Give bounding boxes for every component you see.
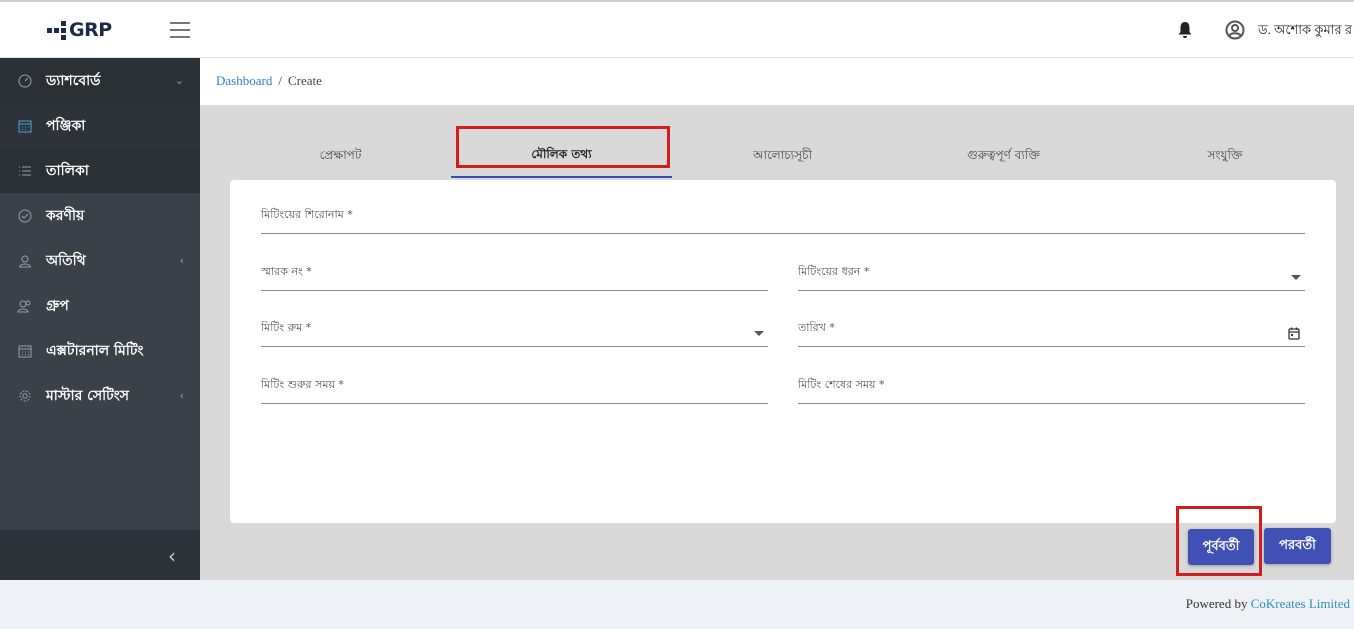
sidebar-item-todo[interactable]: করণীয় [0, 193, 200, 238]
user-icon [17, 253, 33, 269]
sidebar: ড্যাশবোর্ড ⌄ পঞ্জিকা তালিকা করণীয় অতিথি… [0, 58, 200, 580]
start-time-field[interactable]: মিটিং শুরুর সময় * [261, 374, 768, 404]
sidebar-item-label: তালিকা [46, 162, 89, 179]
sidebar-item-calendar[interactable]: পঞ্জিকা [0, 103, 200, 148]
page-footer: Powered by CoKreates Limited [0, 580, 1354, 629]
meeting-title-field[interactable]: মিটিংয়ের শিরোনাম * [261, 204, 1305, 234]
list-icon [17, 163, 33, 179]
sidebar-item-label: এক্সটারনাল মিটিং [46, 342, 144, 359]
sidebar-item-list[interactable]: তালিকা [0, 148, 200, 193]
date-label: তারিখ * [798, 321, 835, 334]
grp-logo[interactable]: GRP [47, 18, 112, 42]
memo-no-field[interactable]: স্মারক নং * [261, 261, 768, 291]
sidebar-item-label: মাস্টার সেটিংস [46, 387, 130, 404]
sidebar-item-label: গ্রুপ [46, 297, 69, 314]
sidebar-item-label: অতিথি [46, 252, 86, 269]
meeting-room-label: মিটিং রুম * [261, 321, 312, 334]
breadcrumb-separator: / [278, 73, 282, 88]
top-header: GRP ড. অশোক কুমার র [0, 2, 1354, 58]
powered-by-text: Powered by CoKreates Limited [1186, 596, 1350, 612]
menu-toggle-icon[interactable] [170, 22, 190, 38]
gear-icon [17, 388, 33, 404]
sidebar-item-group[interactable]: গ্রুপ [0, 283, 200, 328]
notification-bell-icon[interactable] [1177, 21, 1193, 39]
breadcrumb-bar: Dashboard / Create [200, 58, 1354, 105]
chevron-left-icon: ‹ [179, 254, 184, 267]
next-button[interactable]: পরবর্তী [1264, 528, 1331, 564]
sidebar-item-dashboard[interactable]: ড্যাশবোর্ড ⌄ [0, 58, 200, 103]
tab-important-persons[interactable]: গুরুত্বপূর্ণ ব্যক্তি [893, 135, 1114, 178]
sidebar-item-external-meeting[interactable]: এক্সটারনাল মিটিং [0, 328, 200, 373]
group-icon [17, 298, 33, 314]
dropdown-arrow-icon [754, 331, 764, 336]
meeting-title-label: মিটিংয়ের শিরোনাম * [261, 208, 353, 221]
dropdown-arrow-icon [1291, 275, 1301, 280]
date-field[interactable]: তারিখ * [798, 317, 1305, 347]
dashboard-gauge-icon [17, 73, 33, 89]
memo-no-label: স্মারক নং * [261, 265, 312, 278]
check-circle-icon [17, 208, 33, 224]
end-time-label: মিটিং শেষের সময় * [798, 378, 885, 391]
tab-attachments[interactable]: সংযুক্তি [1114, 135, 1336, 178]
breadcrumb-dashboard-link[interactable]: Dashboard [216, 73, 272, 88]
breadcrumb-current: Create [287, 73, 322, 88]
tab-agenda[interactable]: আলোচ্যসূচী [672, 135, 893, 178]
logo-mark-icon [47, 20, 66, 40]
meeting-room-select[interactable]: মিটিং রুম * [261, 317, 768, 347]
calendar-picker-icon[interactable] [1288, 327, 1300, 340]
calendar-grid-icon [17, 343, 33, 359]
sidebar-item-label: করণীয় [46, 207, 85, 224]
chevron-down-icon: ⌄ [174, 74, 184, 87]
logo-text: GRP [69, 19, 112, 41]
powered-by-label: Powered by [1185, 596, 1248, 611]
basic-info-form-card: মিটিংয়ের শিরোনাম * স্মারক নং * মিটিংয়ে… [230, 180, 1336, 523]
previous-button-highlight-box [1176, 506, 1262, 576]
chevron-left-icon: ‹ [179, 389, 184, 402]
user-name[interactable]: ড. অশোক কুমার র [1258, 21, 1352, 42]
sidebar-item-label: ড্যাশবোর্ড [46, 72, 101, 89]
app-frame: GRP ড. অশোক কুমার র ড্যাশবোর্ড ⌄ পঞ্জিকা [0, 0, 1354, 629]
user-avatar-icon[interactable] [1225, 20, 1245, 40]
tab-bar: প্রেক্ষাপট মৌলিক তথ্য আলোচ্যসূচী গুরুত্ব… [230, 135, 1336, 178]
collapse-sidebar-icon[interactable]: ‹ [168, 544, 176, 568]
sidebar-item-master-settings[interactable]: মাস্টার সেটিংস ‹ [0, 373, 200, 418]
active-tab-highlight-box [456, 126, 670, 168]
start-time-label: মিটিং শুরুর সময় * [261, 378, 344, 391]
main-content: প্রেক্ষাপট মৌলিক তথ্য আলোচ্যসূচী গুরুত্ব… [200, 105, 1354, 580]
tab-background[interactable]: প্রেক্ষাপট [230, 135, 451, 178]
breadcrumb: Dashboard / Create [216, 73, 322, 89]
meeting-type-select[interactable]: মিটিংয়ের ধরন * [798, 261, 1305, 291]
sidebar-item-guest[interactable]: অতিথি ‹ [0, 238, 200, 283]
meeting-type-label: মিটিংয়ের ধরন * [798, 265, 870, 278]
end-time-field[interactable]: মিটিং শেষের সময় * [798, 374, 1305, 404]
company-link[interactable]: CoKreates Limited [1251, 596, 1350, 611]
sidebar-item-label: পঞ্জিকা [46, 117, 86, 134]
calendar-icon [17, 118, 33, 134]
sidebar-footer: ‹ [0, 530, 200, 580]
